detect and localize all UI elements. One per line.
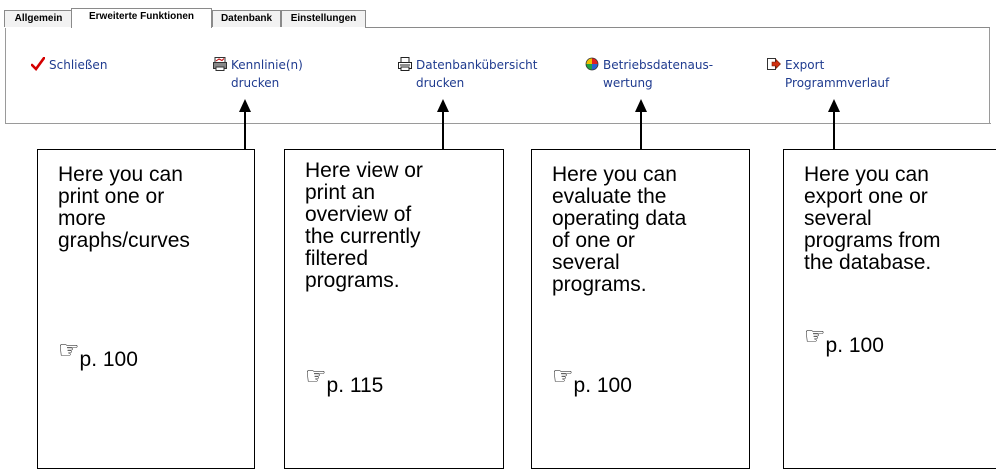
panel-border-right (989, 28, 990, 123)
tab-erweiterte-funktionen[interactable]: Erweiterte Funktionen (71, 8, 212, 28)
close-command-label: Schließen (49, 58, 108, 72)
export-icon (767, 57, 781, 71)
page-reference-number: p. 100 (79, 348, 138, 371)
print-overview-label-line2: drucken (416, 76, 465, 90)
pointing-hand-icon: ☞ (305, 363, 327, 390)
page-reference: ☞p. 100 (58, 337, 138, 373)
checkmark-icon (30, 56, 46, 71)
arrow-line-3 (640, 111, 642, 150)
evaluation-label-line1: Betriebsdatenaus- (603, 58, 714, 72)
callout-database-overview: Here view or print an overview of the cu… (284, 149, 504, 469)
page-reference-number: p. 100 (573, 374, 632, 397)
page-reference-number: p. 100 (825, 334, 884, 357)
page-reference: ☞p. 100 (552, 363, 632, 399)
pointing-hand-icon: ☞ (804, 323, 826, 350)
callout-text: Here you can evaluate the operating data… (552, 163, 687, 296)
arrow-line-4 (833, 111, 835, 150)
page-reference-number: p. 115 (326, 374, 384, 397)
pointing-hand-icon: ☞ (58, 337, 80, 364)
printer-icon (398, 57, 412, 71)
export-label-line2: Programmverlauf (785, 76, 890, 90)
pointing-hand-icon: ☞ (552, 363, 574, 390)
page-reference: ☞p. 115 (305, 363, 384, 399)
callout-text: Here view or print an overview of the cu… (305, 159, 423, 292)
print-overview-label-line1: Datenbankübersicht (416, 58, 538, 72)
callout-text: Here you can print one or more graphs/cu… (58, 163, 190, 252)
print-database-overview-command[interactable]: Datenbankübersicht drucken (398, 56, 568, 94)
tab-allgemein[interactable]: Allgemein (4, 10, 73, 27)
pie-chart-icon (585, 57, 599, 71)
tab-datenbank[interactable]: Datenbank (212, 10, 281, 27)
print-graph-icon (213, 57, 227, 71)
callout-print-curves: Here you can print one or more graphs/cu… (37, 149, 255, 469)
page-reference: ☞p. 100 (804, 323, 884, 359)
callout-operating-data: Here you can evaluate the operating data… (531, 149, 750, 469)
callout-export: Here you can export one or several progr… (783, 149, 996, 469)
print-curves-label-line2: drucken (231, 76, 280, 90)
export-program-history-command[interactable]: Export Programmverlauf (767, 56, 927, 94)
print-curves-command[interactable]: Kennlinie(n) drucken (213, 56, 353, 94)
tab-einstellungen[interactable]: Einstellungen (281, 10, 366, 27)
callout-text: Here you can export one or several progr… (804, 163, 941, 274)
operating-data-evaluation-command[interactable]: Betriebsdatenaus- wertung (585, 56, 735, 94)
export-label-line1: Export (785, 58, 825, 72)
close-command[interactable]: Schließen (30, 56, 151, 76)
print-curves-label-line1: Kennlinie(n) (231, 58, 303, 72)
arrow-line-2 (442, 111, 444, 150)
arrow-line-1 (244, 111, 246, 150)
evaluation-label-line2: wertung (603, 76, 653, 90)
